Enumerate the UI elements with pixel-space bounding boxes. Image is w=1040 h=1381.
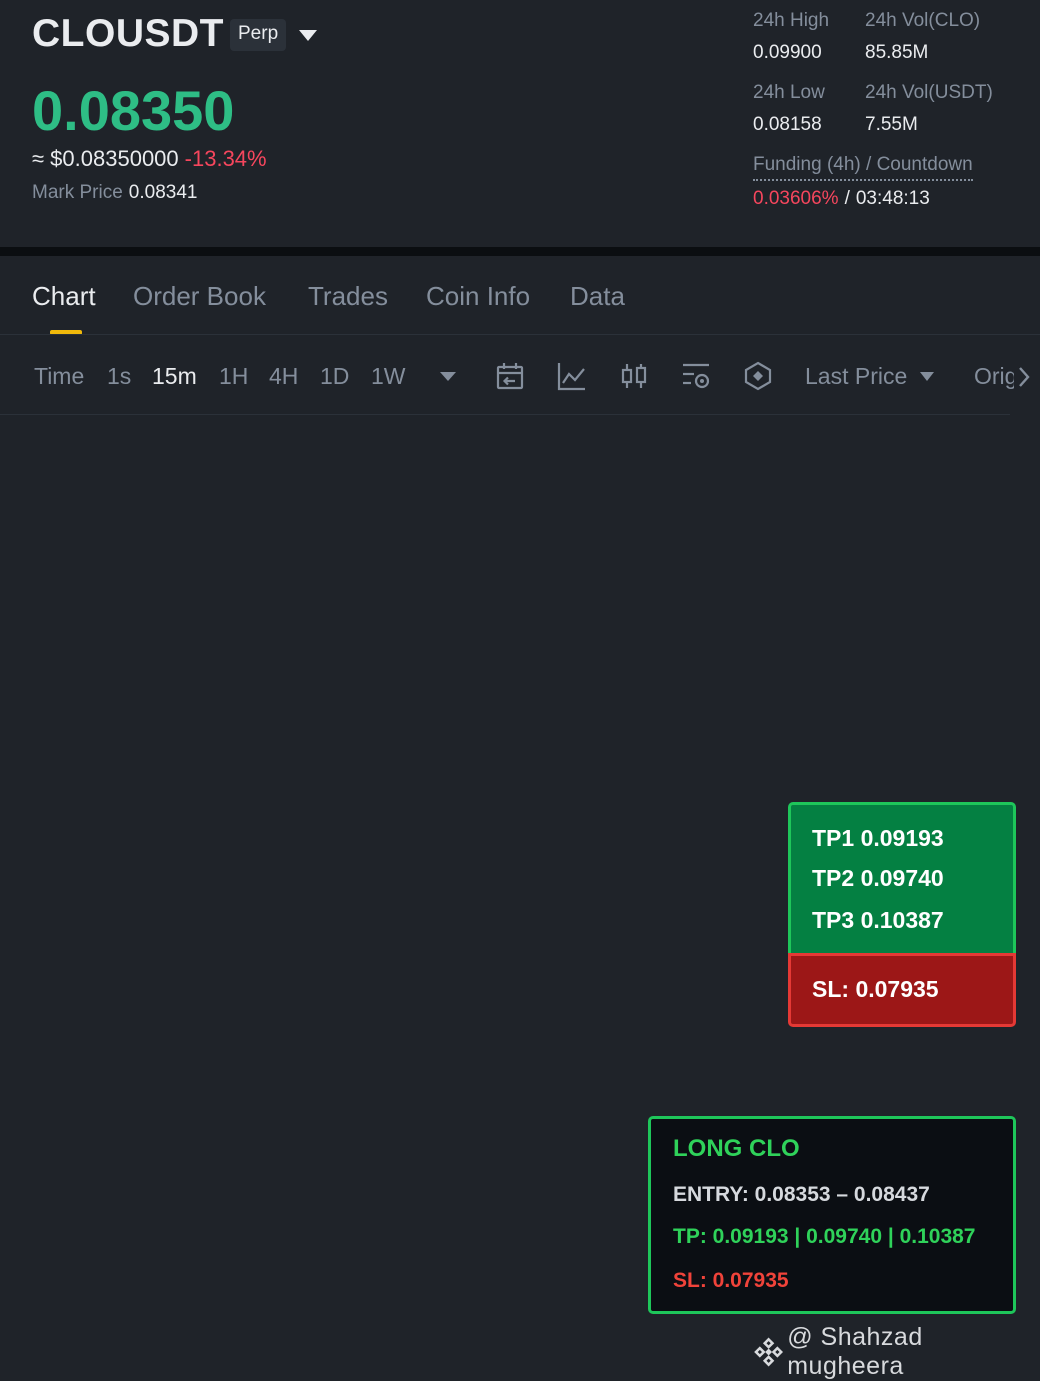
- signal-card: LONG CLO ENTRY: 0.08353 – 0.08437 TP: 0.…: [648, 1116, 1016, 1314]
- chevron-right-icon[interactable]: [1014, 364, 1034, 390]
- price-change-percent: -13.34%: [184, 146, 267, 171]
- take-profit-box: TP1 0.09193 TP2 0.09740 TP3 0.10387: [788, 802, 1016, 953]
- calendar-icon[interactable]: [494, 360, 526, 392]
- interval-1s[interactable]: 1s: [107, 363, 131, 390]
- stat-24h-vol-base-value: 85.85M: [865, 42, 929, 63]
- stat-24h-low-label: 24h Low: [753, 82, 825, 103]
- signal-entry: ENTRY: 0.08353 – 0.08437: [673, 1183, 930, 1206]
- tabs-divider: [0, 334, 1040, 335]
- interval-4h[interactable]: 4H: [269, 363, 298, 390]
- tp3-level: TP3 0.10387: [812, 907, 944, 933]
- interval-time[interactable]: Time: [34, 363, 84, 390]
- tab-order-book[interactable]: Order Book: [133, 281, 266, 312]
- candlestick-icon[interactable]: [618, 360, 650, 392]
- tab-chart[interactable]: Chart: [32, 281, 96, 312]
- tab-coin-info[interactable]: Coin Info: [426, 281, 530, 312]
- interval-15m[interactable]: 15m: [152, 363, 197, 390]
- mark-price-label: Mark Price: [32, 182, 123, 203]
- chart-settings-icon[interactable]: [680, 360, 712, 392]
- last-price: 0.08350: [32, 79, 235, 142]
- interval-1w[interactable]: 1W: [371, 363, 406, 390]
- chevron-down-icon[interactable]: [299, 30, 317, 41]
- mark-price-value: 0.08341: [128, 182, 198, 203]
- funding-rate: 0.03606%: [753, 188, 839, 209]
- watermark: @ Shahzad mugheera: [754, 1323, 1040, 1380]
- signal-title: LONG CLO: [673, 1135, 800, 1162]
- original-chart-toggle[interactable]: Original: [974, 363, 1014, 390]
- stat-24h-vol-quote-value: 7.55M: [865, 114, 918, 135]
- stat-24h-high-label: 24h High: [753, 10, 830, 31]
- interval-1d[interactable]: 1D: [320, 363, 349, 390]
- stat-24h-vol-quote-label: 24h Vol(USDT): [865, 82, 993, 103]
- tab-data[interactable]: Data: [570, 281, 625, 312]
- contract-type-badge: Perp: [230, 19, 287, 51]
- stop-loss-level: SL: 0.07935: [812, 976, 939, 1002]
- signal-stop-loss: SL: 0.07935: [673, 1269, 789, 1292]
- funding-row: 0.03606%/03:48:13: [753, 188, 930, 210]
- caret-down-icon[interactable]: [920, 372, 934, 381]
- signal-take-profit: TP: 0.09193 | 0.09740 | 0.10387: [673, 1225, 976, 1248]
- depth-icon[interactable]: [742, 360, 774, 392]
- binance-logo-icon: [754, 1337, 784, 1367]
- price-type-select[interactable]: Last Price: [805, 363, 907, 390]
- funding-countdown: 03:48:13: [855, 188, 930, 209]
- interval-dropdown-icon[interactable]: [440, 372, 456, 381]
- usd-price-row: ≈ $0.08350000 -13.34%: [32, 146, 267, 172]
- stat-24h-low-value: 0.08158: [753, 114, 822, 135]
- tab-trades[interactable]: Trades: [308, 281, 388, 312]
- mark-price-row: Mark Price 0.08341: [32, 182, 197, 204]
- tp1-level: TP1 0.09193: [812, 825, 944, 851]
- stop-loss-box: SL: 0.07935: [788, 953, 1016, 1027]
- usd-price: ≈ $0.08350000: [32, 146, 179, 171]
- symbol-name[interactable]: CLOUSDT: [32, 12, 224, 56]
- indicator-icon[interactable]: [556, 360, 588, 392]
- tp2-level: TP2 0.09740: [812, 865, 944, 891]
- header-divider: [0, 247, 1040, 256]
- stat-24h-vol-base-label: 24h Vol(CLO): [865, 10, 981, 31]
- watermark-text: @ Shahzad mugheera: [787, 1323, 923, 1380]
- funding-label[interactable]: Funding (4h) / Countdown: [753, 154, 973, 181]
- stat-24h-high-value: 0.09900: [753, 42, 822, 63]
- funding-separator: /: [844, 188, 850, 209]
- interval-1h[interactable]: 1H: [219, 363, 248, 390]
